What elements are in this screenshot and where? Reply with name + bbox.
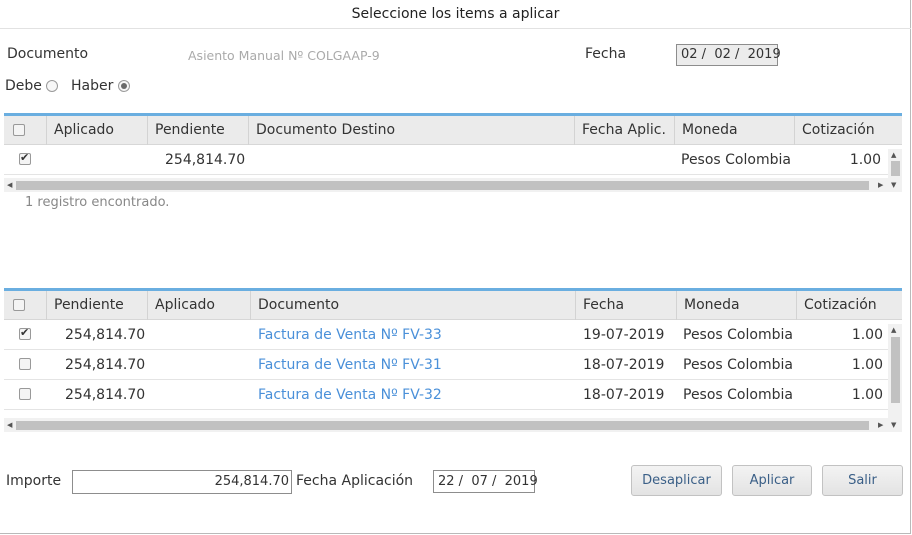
documents-grid: Pendiente Aplicado Documento Fecha Moned… [4,288,902,433]
scroll-thumb[interactable] [891,161,900,176]
header-select-all [4,116,46,145]
cell-pendiente: 254,814.70 [65,357,146,373]
col-documento-destino[interactable]: Documento Destino [248,116,574,145]
col-fecha-aplic[interactable]: Fecha Aplic. [574,116,674,145]
fecha-aplicacion-label: Fecha Aplicación [296,473,414,489]
row-checkbox[interactable] [19,388,31,400]
importe-label: Importe [6,473,62,489]
scroll-up-icon[interactable]: ▲ [891,326,896,334]
haber-radio[interactable] [118,80,130,92]
scroll-thumb[interactable] [16,421,869,430]
dialog-title: Seleccione los items a aplicar [0,0,911,29]
documento-value: Asiento Manual Nº COLGAAP-9 [188,48,380,63]
haber-label: Haber [71,78,114,94]
cell-moneda: Pesos Colombiar [681,152,791,168]
col-moneda[interactable]: Moneda [674,116,794,145]
apply-items-dialog: Seleccione los items a aplicar Documento… [0,0,911,534]
col-moneda[interactable]: Moneda [676,291,796,320]
col-documento[interactable]: Documento [250,291,575,320]
cell-fecha: 19-07-2019 [583,327,665,343]
horizontal-scrollbar[interactable]: ◀ ▶ ▼ [4,418,902,432]
documento-label: Documento [7,46,89,62]
col-pendiente[interactable]: Pendiente [46,291,147,320]
cell-cotizacion: 1.00 [851,357,883,373]
scroll-thumb[interactable] [891,337,900,403]
col-pendiente[interactable]: Pendiente [147,116,248,145]
debe-label: Debe [5,78,42,94]
documents-grid-header: Pendiente Aplicado Documento Fecha Moned… [4,291,902,320]
cell-pendiente: 254,814.70 [65,327,146,343]
document-link[interactable]: Factura de Venta Nº FV-32 [258,380,568,410]
aplicar-button[interactable]: Aplicar [732,465,812,496]
table-row[interactable]: 254,814.70 Factura de Venta Nº FV-31 18-… [4,350,902,380]
table-row[interactable]: 254,814.70 Pesos Colombiar 1.00 [4,145,902,175]
scroll-down-icon[interactable]: ▼ [891,421,896,429]
row-checkbox[interactable] [19,151,31,165]
col-cotizacion[interactable]: Cotización [794,116,888,145]
fecha-label: Fecha [585,46,627,62]
records-found-status: 1 registro encontrado. [25,195,170,210]
select-all-checkbox[interactable] [13,124,25,136]
horizontal-scrollbar[interactable]: ◀ ▶ ▼ [4,178,902,192]
scroll-left-icon[interactable]: ◀ [7,181,12,189]
col-fecha[interactable]: Fecha [575,291,676,320]
table-row[interactable]: 254,814.70 Factura de Venta Nº FV-32 18-… [4,380,902,410]
importe-input[interactable]: 254,814.70 [72,470,292,494]
scroll-left-icon[interactable]: ◀ [7,421,12,429]
cell-pendiente: 254,814.70 [65,387,146,403]
col-aplicado[interactable]: Aplicado [147,291,250,320]
vertical-scrollbar[interactable]: ▲ [888,149,902,178]
row-checkbox[interactable] [19,358,31,370]
scroll-thumb[interactable] [16,181,869,190]
cell-pendiente: 254,814.70 [165,152,246,168]
cell-fecha: 18-07-2019 [583,387,665,403]
document-link[interactable]: Factura de Venta Nº FV-31 [258,350,568,380]
cell-cotizacion: 1.00 [849,152,881,168]
salir-button[interactable]: Salir [822,465,903,496]
fecha-date-field[interactable]: 02 / 02 / 2019 [676,44,781,66]
cell-cotizacion: 1.00 [851,387,883,403]
col-cotizacion[interactable]: Cotización [796,291,888,320]
desaplicar-button[interactable]: Desaplicar [631,465,722,496]
scroll-right-icon[interactable]: ▶ [878,421,883,429]
document-link[interactable]: Factura de Venta Nº FV-33 [258,320,568,350]
cell-moneda: Pesos Colombiar [683,357,793,373]
debe-radio[interactable] [46,80,58,92]
header-select-all [4,291,46,320]
vertical-scrollbar[interactable]: ▲ [888,324,902,419]
select-all-checkbox[interactable] [13,299,25,311]
scroll-down-icon[interactable]: ▼ [891,181,896,189]
col-aplicado[interactable]: Aplicado [46,116,147,145]
table-row[interactable]: 254,814.70 Factura de Venta Nº FV-33 19-… [4,320,902,350]
cell-cotizacion: 1.00 [851,327,883,343]
row-checkbox[interactable] [19,326,31,340]
scroll-right-icon[interactable]: ▶ [878,181,883,189]
fecha-aplicacion-date-field[interactable]: 22 / 07 / 2019 [433,470,538,493]
cell-fecha: 18-07-2019 [583,357,665,373]
scroll-up-icon[interactable]: ▲ [891,151,896,159]
applied-grid-header: Aplicado Pendiente Documento Destino Fec… [4,116,902,145]
cell-moneda: Pesos Colombiar [683,327,793,343]
cell-moneda: Pesos Colombiar [683,387,793,403]
applied-grid: Aplicado Pendiente Documento Destino Fec… [4,113,902,192]
